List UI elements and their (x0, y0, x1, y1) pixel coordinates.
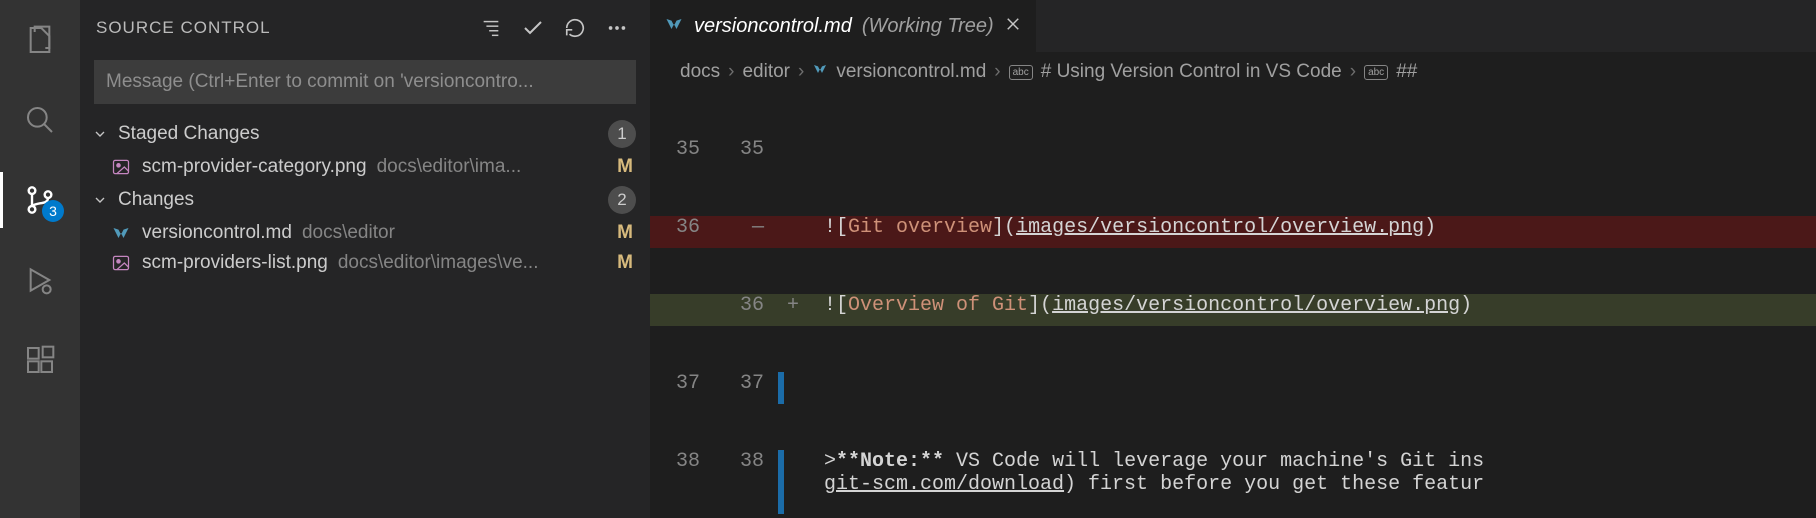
diff-editor[interactable]: 35 35 36 — ![Git overview](images/versio… (650, 92, 1816, 518)
scm-badge: 3 (42, 200, 64, 222)
editor-area: versioncontrol.md (Working Tree) docs › … (650, 0, 1816, 518)
file-path: docs\editor (302, 222, 604, 244)
editor-tab[interactable]: versioncontrol.md (Working Tree) (650, 0, 1036, 52)
extensions-icon[interactable] (0, 332, 80, 388)
activity-bar: 3 (0, 0, 80, 518)
markdown-file-icon (812, 61, 828, 83)
explorer-icon[interactable] (0, 12, 80, 68)
refresh-icon[interactable] (558, 11, 592, 45)
markdown-file-icon (110, 222, 132, 244)
sidebar-header: SOURCE CONTROL (80, 0, 650, 56)
line-number: 35 (650, 138, 714, 161)
file-status-modified: M (614, 156, 636, 178)
line-number: — (714, 216, 778, 239)
file-name: versioncontrol.md (142, 222, 292, 244)
staged-count-badge: 1 (608, 120, 636, 148)
file-name: scm-providers-list.png (142, 252, 328, 274)
line-number: 38 (650, 450, 714, 473)
line-number: 38 (714, 450, 778, 473)
commit-message-input[interactable]: Message (Ctrl+Enter to commit on 'versio… (94, 60, 636, 104)
more-actions-icon[interactable] (600, 11, 634, 45)
symbol-string-icon: abc (1364, 65, 1388, 80)
file-name: scm-provider-category.png (142, 156, 367, 178)
line-number: 36 (714, 294, 778, 317)
changes-file-item[interactable]: versioncontrol.md docs\editor M (80, 218, 650, 248)
search-icon[interactable] (0, 92, 80, 148)
file-path: docs\editor\images\ve... (338, 252, 604, 274)
chevron-down-icon (90, 126, 110, 142)
breadcrumb-segment[interactable]: editor (742, 61, 790, 83)
tab-filename: versioncontrol.md (694, 15, 852, 38)
source-control-panel: SOURCE CONTROL Message (Ctrl+Enter to co… (80, 0, 650, 518)
staged-changes-section[interactable]: Staged Changes 1 (80, 116, 650, 152)
code-line: ![Overview of Git](images/versioncontrol… (802, 294, 1816, 317)
breadcrumb-segment[interactable]: # Using Version Control in VS Code (1041, 61, 1342, 83)
source-control-icon[interactable]: 3 (0, 172, 80, 228)
line-number: 37 (650, 372, 714, 395)
breadcrumb-segment[interactable]: versioncontrol.md (836, 61, 986, 83)
changes-file-item[interactable]: scm-providers-list.png docs\editor\image… (80, 248, 650, 278)
line-number: 37 (714, 372, 778, 395)
tab-suffix: (Working Tree) (862, 15, 994, 38)
changes-count-badge: 2 (608, 186, 636, 214)
chevron-right-icon: › (1350, 61, 1356, 83)
changes-label: Changes (118, 189, 600, 211)
view-as-tree-icon[interactable] (474, 11, 508, 45)
image-file-icon (110, 252, 132, 274)
code-line: >**Note:** VS Code will leverage your ma… (802, 450, 1816, 496)
file-path: docs\editor\ima... (377, 156, 604, 178)
changes-section[interactable]: Changes 2 (80, 182, 650, 218)
symbol-string-icon: abc (1009, 65, 1033, 80)
chevron-down-icon (90, 192, 110, 208)
chevron-right-icon: › (994, 61, 1000, 83)
line-number: 35 (714, 138, 778, 161)
breadcrumbs[interactable]: docs › editor › versioncontrol.md › abc … (650, 52, 1816, 92)
file-status-modified: M (614, 252, 636, 274)
chevron-right-icon: › (728, 61, 734, 83)
code-line: ![Git overview](images/versioncontrol/ov… (802, 216, 1816, 239)
markdown-file-icon (664, 14, 684, 39)
file-status-modified: M (614, 222, 636, 244)
chevron-right-icon: › (798, 61, 804, 83)
line-number: 36 (650, 216, 714, 239)
image-file-icon (110, 156, 132, 178)
tab-bar: versioncontrol.md (Working Tree) (650, 0, 1816, 52)
staged-label: Staged Changes (118, 123, 600, 145)
diff-add-marker: + (784, 294, 802, 317)
breadcrumb-segment[interactable]: ## (1396, 61, 1417, 83)
run-debug-icon[interactable] (0, 252, 80, 308)
close-icon[interactable] (1004, 15, 1022, 38)
staged-file-item[interactable]: scm-provider-category.png docs\editor\im… (80, 152, 650, 182)
sidebar-title: SOURCE CONTROL (96, 18, 466, 38)
commit-icon[interactable] (516, 11, 550, 45)
breadcrumb-segment[interactable]: docs (680, 61, 720, 83)
